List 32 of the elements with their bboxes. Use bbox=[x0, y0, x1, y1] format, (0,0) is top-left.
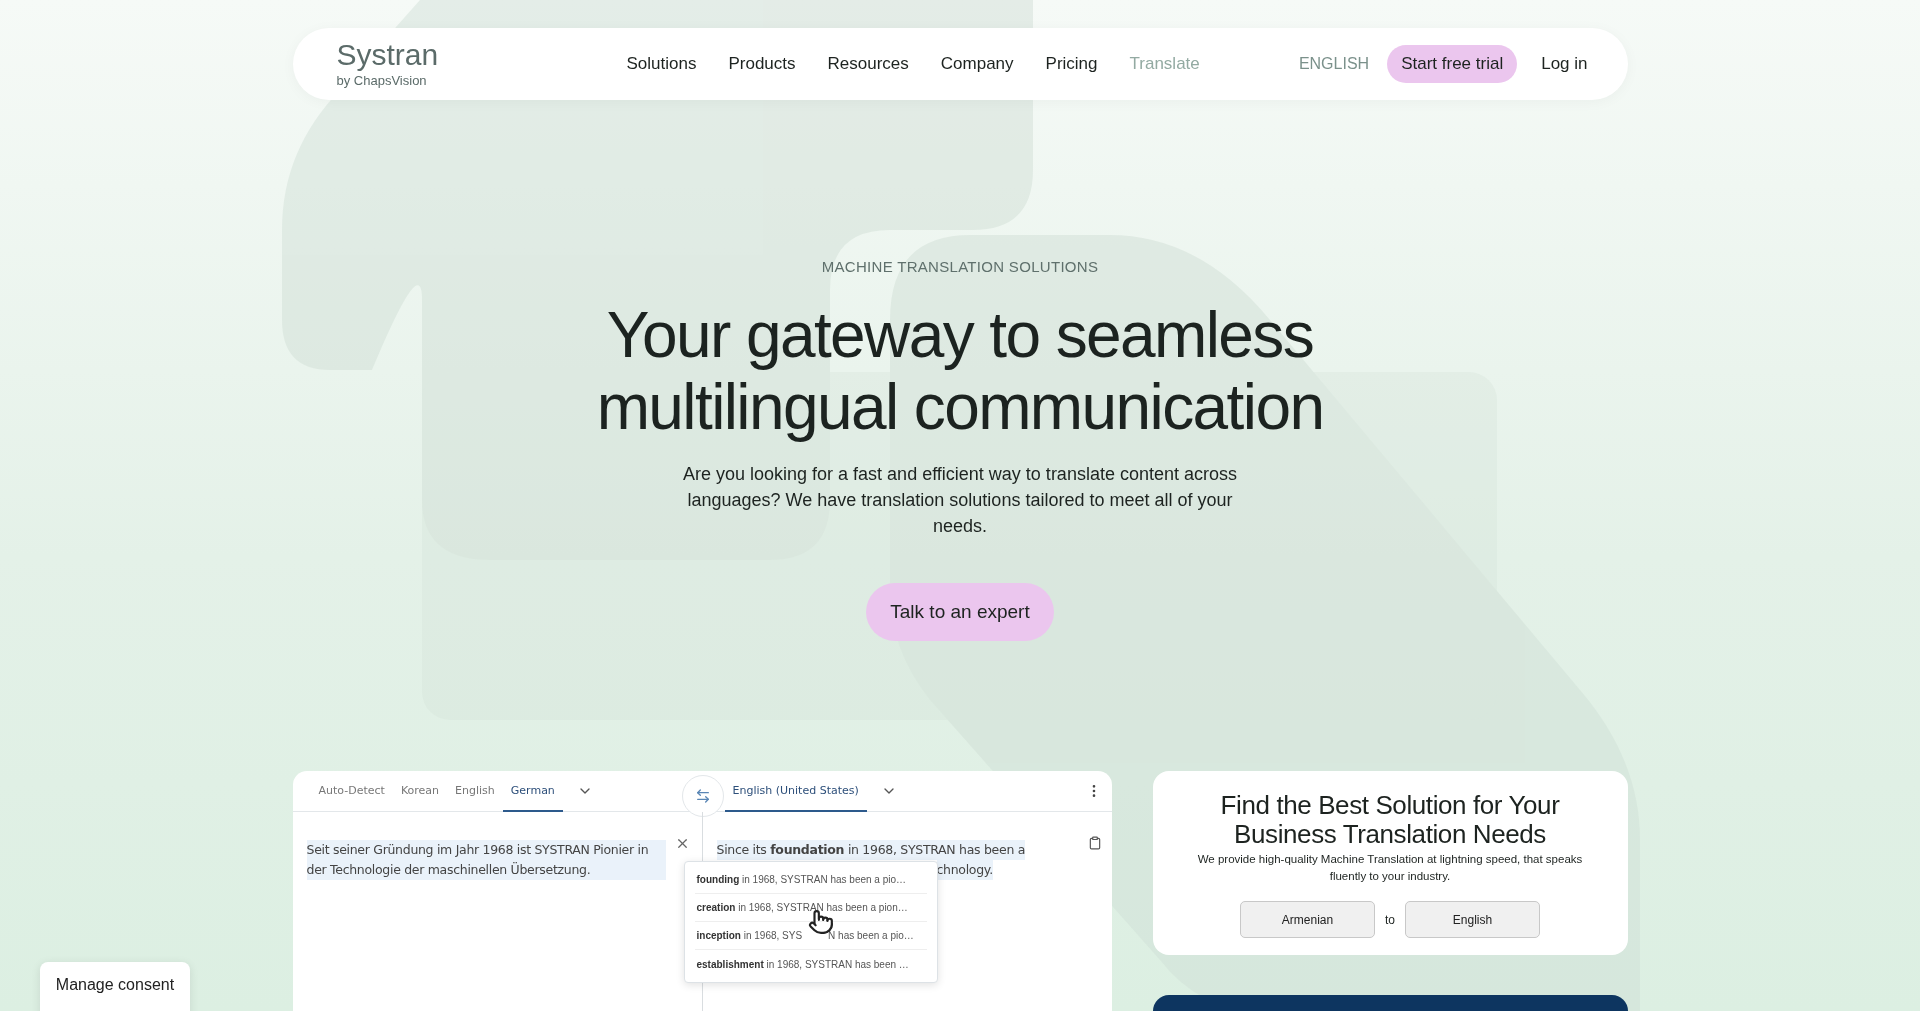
nav-link[interactable]: Pricing bbox=[1045, 54, 1098, 74]
hero-paragraph: Are you looking for a fast and efficient way to translate content across languages? We have translation solutions tailored to meet all of your needs. bbox=[682, 463, 1238, 538]
nav-link[interactable]: Products bbox=[728, 54, 796, 74]
card-text: We provide high-quality Machine Translation at lightning speed, that speaks fluently to your industry. bbox=[1196, 852, 1584, 884]
card-title: Find the Best Solution for Your Business Translation Needs bbox=[1219, 791, 1561, 849]
nav-link[interactable]: Company bbox=[940, 54, 1014, 74]
target-language-button[interactable]: English bbox=[1405, 901, 1540, 938]
language-tab[interactable]: Auto-Detect bbox=[310, 771, 393, 812]
suggestion-item[interactable]: establishment in 1968, SYSTRAN has been … bbox=[694, 950, 927, 978]
source-text[interactable]: Seit seiner Gründung im Jahr 1968 ist SYSTRAN Pionier in der Technologie der maschinellen Übersetzung. bbox=[306, 840, 666, 880]
logo[interactable]: Systran bbox=[336, 40, 597, 70]
language-tab[interactable]: English bbox=[447, 771, 503, 812]
start-trial-button[interactable]: Start free trial bbox=[1387, 45, 1518, 83]
talk-to-expert-button[interactable]: Talk to an expert bbox=[866, 583, 1054, 641]
language-tab[interactable]: English (United States) bbox=[724, 771, 867, 812]
swap-icon bbox=[694, 788, 711, 804]
hero-title: Your gateway to seamless multilingual communication bbox=[596, 299, 1324, 443]
nav-link[interactable]: Solutions bbox=[626, 54, 697, 74]
language-tab[interactable]: Korean bbox=[392, 771, 448, 812]
manage-consent-button[interactable]: Manage consent bbox=[40, 962, 190, 1011]
eyebrow-text: MACHINE TRANSLATION SOLUTIONS bbox=[821, 258, 1099, 275]
logo-subtitle: by ChapsVision bbox=[336, 73, 428, 88]
suggestion-item[interactable]: founding in 1968, SYSTRAN has been a pio… bbox=[694, 866, 927, 894]
translated-text[interactable]: Since its foundation in 1968, SYSTRAN has been a bbox=[716, 840, 1026, 860]
nav-link[interactable]: Resources bbox=[827, 54, 909, 74]
login-link[interactable]: Log in bbox=[1541, 54, 1588, 74]
clipboard-icon[interactable] bbox=[1087, 836, 1102, 850]
to-label: to bbox=[1385, 912, 1395, 927]
translated-text[interactable]: chnology. bbox=[936, 860, 993, 880]
swap-languages-button[interactable] bbox=[681, 775, 724, 817]
language-tab[interactable]: German bbox=[502, 771, 563, 812]
source-language-button[interactable]: Armenian bbox=[1240, 901, 1375, 938]
